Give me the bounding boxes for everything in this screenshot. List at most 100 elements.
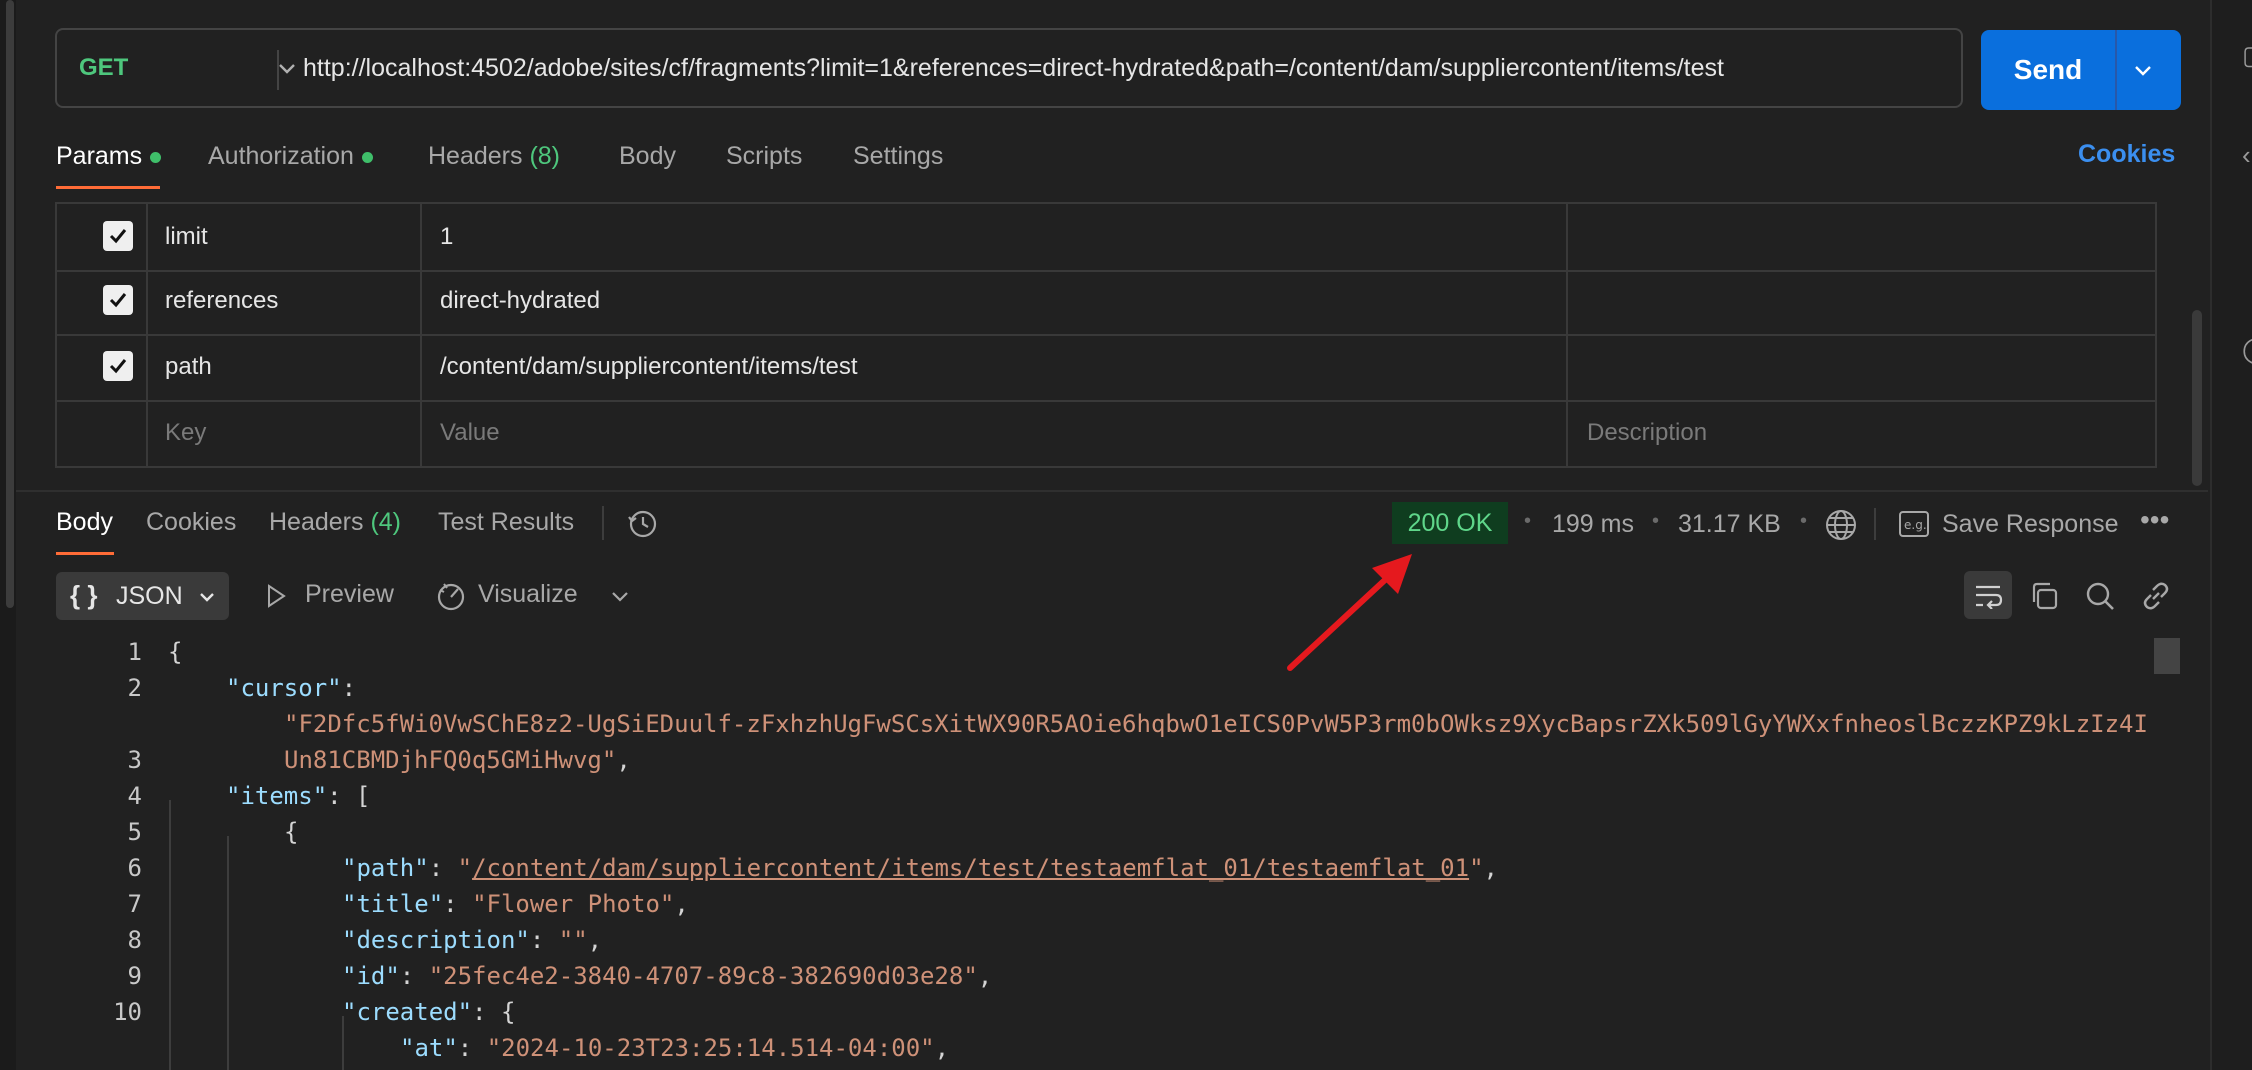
response-tab-test-results[interactable]: Test Results: [438, 508, 574, 537]
line-number: 10: [113, 998, 142, 1026]
param-row[interactable]: references direct-hydrated: [55, 268, 2157, 336]
send-options-chevron-icon[interactable]: [2129, 56, 2157, 84]
param-description-placeholder[interactable]: Description: [1587, 400, 1707, 466]
search-icon[interactable]: [2084, 580, 2116, 612]
param-row-empty[interactable]: Key Value Description: [55, 400, 2157, 468]
panel-scrollbar[interactable]: [2192, 310, 2202, 486]
headers-count: (8): [529, 142, 561, 170]
param-checkbox[interactable]: [103, 221, 133, 251]
wrap-lines-button[interactable]: [1964, 571, 2012, 619]
line-number: 2: [127, 674, 142, 702]
params-active-dot: [150, 151, 162, 163]
json-key: "description": [342, 926, 530, 954]
meta-separator: •: [1652, 510, 1660, 532]
param-row[interactable]: path /content/dam/suppliercontent/items/…: [55, 334, 2157, 402]
send-button-group[interactable]: Send: [1981, 30, 2181, 110]
more-options-icon[interactable]: •••: [2140, 504, 2169, 536]
tab-params-underline: [56, 186, 160, 189]
line-number: 1: [127, 638, 142, 666]
meta-divider: [1874, 508, 1876, 540]
preview-button[interactable]: Preview: [305, 580, 394, 609]
json-key: "created": [342, 998, 473, 1026]
param-checkbox[interactable]: [103, 351, 133, 381]
param-value-placeholder[interactable]: Value: [440, 400, 500, 466]
left-scrollbar[interactable]: [0, 0, 16, 1070]
json-string: "25fec4e2-3840-4707-89c8-382690d03e28": [428, 962, 978, 990]
meta-separator: •: [1524, 510, 1532, 532]
tab-params[interactable]: Params: [56, 142, 162, 171]
chevron-down-icon: [200, 593, 214, 602]
param-key-placeholder[interactable]: Key: [165, 400, 206, 466]
play-icon[interactable]: [264, 583, 288, 609]
table-border: [2155, 202, 2157, 466]
globe-icon[interactable]: [1824, 508, 1858, 542]
tab-headers-label: Headers: [428, 142, 523, 170]
response-tab-cookies[interactable]: Cookies: [146, 508, 236, 537]
visualize-button[interactable]: Visualize: [478, 580, 578, 609]
code-scrollbar-thumb[interactable]: [2154, 638, 2180, 674]
tab-body[interactable]: Body: [619, 142, 676, 171]
cookies-link[interactable]: Cookies: [2078, 140, 2175, 169]
tab-authorization-label: Authorization: [208, 142, 354, 170]
table-border: [55, 202, 57, 466]
code-line: "at": "2024-10-23T23:25:14.514-04:00",: [400, 1034, 950, 1062]
visualize-icon[interactable]: [434, 579, 468, 613]
svg-text:e.g.: e.g.: [1904, 518, 1927, 532]
line-number: 4: [127, 782, 142, 810]
tab-headers[interactable]: Headers (8): [428, 142, 560, 171]
json-key: "title": [342, 890, 444, 918]
format-select[interactable]: { } JSON: [56, 572, 229, 620]
url-bar[interactable]: GET http://localhost:4502/adobe/sites/cf…: [55, 28, 1963, 108]
url-input[interactable]: http://localhost:4502/adobe/sites/cf/fra…: [303, 30, 1724, 106]
param-row[interactable]: limit 1: [55, 202, 2157, 272]
status-badge[interactable]: 200 OK: [1392, 502, 1508, 544]
panel-divider: [16, 490, 2208, 492]
response-tab-headers-label: Headers: [269, 508, 364, 536]
param-key[interactable]: path: [165, 334, 212, 400]
link-icon[interactable]: [2140, 580, 2172, 612]
copy-icon[interactable]: [2028, 580, 2060, 612]
param-key[interactable]: references: [165, 268, 278, 334]
tab-settings[interactable]: Settings: [853, 142, 943, 171]
sidebar-code-icon[interactable]: ‹: [2242, 140, 2251, 171]
url-divider: [277, 50, 279, 90]
right-sidebar: ▢ ‹ ⋮ ◯: [2210, 0, 2252, 1070]
code-line: "created": {: [342, 998, 516, 1026]
param-key[interactable]: limit: [165, 204, 208, 270]
code-token: {: [284, 818, 299, 846]
sidebar-info-icon[interactable]: ◯: [2242, 334, 2252, 365]
save-example-icon[interactable]: e.g.: [1898, 510, 1930, 538]
left-scrollbar-thumb[interactable]: [6, 0, 14, 608]
param-value[interactable]: /content/dam/suppliercontent/items/test: [440, 334, 858, 400]
meta-separator: •: [1800, 510, 1808, 532]
method-select[interactable]: GET: [79, 30, 128, 106]
save-response-button[interactable]: Save Response: [1942, 510, 2119, 539]
response-tab-headers[interactable]: Headers (4): [269, 508, 401, 537]
sidebar-doc-icon[interactable]: ▢: [2242, 40, 2252, 71]
braces-icon: { }: [70, 580, 98, 610]
code-line: "cursor":: [226, 674, 357, 702]
tab-scripts[interactable]: Scripts: [726, 142, 802, 171]
line-number: 3: [127, 746, 142, 774]
json-string: "": [558, 926, 588, 954]
param-value[interactable]: 1: [440, 204, 453, 270]
param-value[interactable]: direct-hydrated: [440, 268, 600, 334]
send-button[interactable]: Send: [1981, 30, 2115, 110]
response-time[interactable]: 199 ms: [1552, 510, 1634, 539]
param-checkbox[interactable]: [103, 285, 133, 315]
response-tab-body[interactable]: Body: [56, 508, 113, 537]
history-icon[interactable]: [626, 507, 660, 541]
json-string: "Flower Photo": [472, 890, 675, 918]
json-path-link[interactable]: /content/dam/suppliercontent/items/test/…: [472, 854, 1469, 882]
json-string: "F2Dfc5fWi0VwSChE8z2-UgSiEDuulf-zFxhzhUg…: [284, 710, 2148, 738]
sidebar-comment-icon[interactable]: ⋮: [2242, 238, 2252, 269]
response-body-code[interactable]: 1 2 3 4 5 6 7 8 9 10 { "cursor": "F2Dfc5…: [16, 638, 2156, 1070]
line-number: 6: [127, 854, 142, 882]
tab-authorization[interactable]: Authorization: [208, 142, 373, 171]
response-size[interactable]: 31.17 KB: [1678, 510, 1781, 539]
visualize-options-chevron-icon[interactable]: [608, 584, 632, 608]
json-key: "path": [342, 854, 429, 882]
table-divider: [146, 202, 148, 466]
json-string: "2024-10-23T23:25:14.514-04:00": [486, 1034, 935, 1062]
line-number: 5: [127, 818, 142, 846]
